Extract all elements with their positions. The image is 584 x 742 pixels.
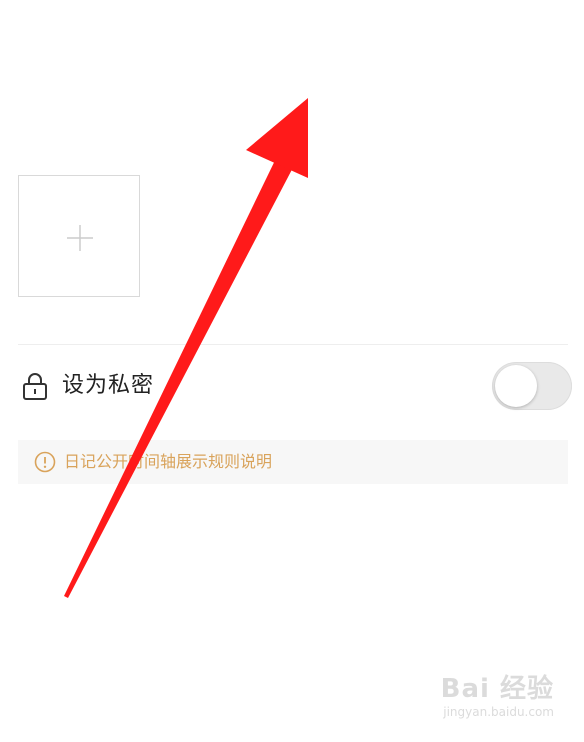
private-label: 设为私密 [62, 373, 155, 398]
add-photo-button[interactable] [18, 175, 140, 297]
plus-icon [67, 225, 93, 251]
section-divider [18, 344, 568, 345]
diary-settings-page: 设为私密 日记公开时间轴展示规则说明 Bai 经验 jingyan.baidu.… [0, 0, 584, 742]
private-setting-row: 设为私密 [18, 360, 572, 412]
timeline-rules-link[interactable]: 日记公开时间轴展示规则说明 [18, 440, 568, 484]
private-toggle[interactable] [492, 362, 572, 410]
arrow-head [246, 98, 308, 178]
watermark-logo: Bai 经验 [440, 674, 554, 704]
toggle-knob [495, 365, 537, 407]
watermark-url: jingyan.baidu.com [443, 705, 554, 719]
timeline-rules-text: 日记公开时间轴展示规则说明 [64, 452, 273, 471]
watermark: Bai 经验 jingyan.baidu.com [414, 674, 554, 730]
lock-icon [23, 373, 47, 400]
info-icon [34, 451, 56, 473]
